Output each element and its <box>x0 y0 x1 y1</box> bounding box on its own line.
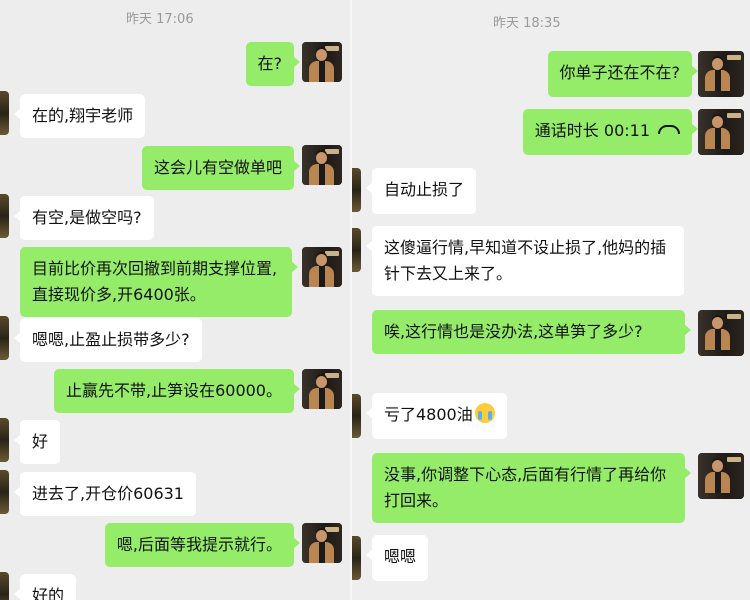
call-duration-text: 通话时长 00:11 <box>534 121 650 140</box>
left-chat-panel: 昨天 17:06 在? 在的,翔宇老师 这会儿有空做单吧 有空,是做空吗? 目前… <box>0 0 352 600</box>
right-chat-panel: 昨天 18:35 你单子还在不在? 通话时长 00:11 自动止损了 这傻逼行情… <box>352 0 750 600</box>
message-bubble-received[interactable]: 这傻逼行情,早知道不设止损了,他妈的插针下去又上来了。 <box>366 226 684 296</box>
crying-face-emoji <box>474 403 495 423</box>
message-bubble-sent[interactable]: 没事,你调整下心态,后面有行情了再给你打回来。 <box>372 453 691 523</box>
message-bubble-received[interactable]: 嗯嗯 <box>365 535 429 581</box>
message-bubble-received[interactable]: 自动止损了 <box>365 168 477 214</box>
peer-avatar[interactable] <box>352 228 361 272</box>
avatar[interactable] <box>698 51 744 97</box>
message-bubble-received[interactable]: 嗯嗯,止盈止损带多少? <box>14 318 202 362</box>
timestamp: 昨天 17:06 <box>126 12 194 27</box>
message-text: 亏了4800油 <box>384 405 473 424</box>
peer-avatar[interactable] <box>0 91 9 135</box>
message-bubble-received[interactable]: 好的 <box>13 574 77 600</box>
peer-avatar[interactable] <box>0 470 9 514</box>
call-record-bubble[interactable]: 通话时长 00:11 <box>522 109 699 155</box>
avatar[interactable] <box>302 369 342 409</box>
peer-avatar[interactable] <box>0 572 9 600</box>
message-bubble-sent[interactable]: 嗯,后面等我提示就行。 <box>104 523 301 567</box>
peer-avatar[interactable] <box>0 418 9 462</box>
avatar[interactable] <box>698 310 744 356</box>
message-bubble-sent[interactable]: 目前比价再次回撤到前期支撑位置,直接现价多,开6400张。 <box>20 247 298 317</box>
phone-hangup-icon <box>658 125 680 134</box>
message-bubble-received[interactable]: 进去了,开仓价60631 <box>14 472 196 516</box>
message-bubble-sent[interactable]: 唉,这行情也是没办法,这单笋了多少? <box>372 310 691 354</box>
message-bubble-sent[interactable]: 在? <box>245 42 300 86</box>
avatar[interactable] <box>302 42 342 82</box>
avatar[interactable] <box>302 523 342 563</box>
message-bubble-received[interactable]: 在的,翔宇老师 <box>13 94 146 138</box>
avatar[interactable] <box>698 109 744 155</box>
peer-avatar[interactable] <box>0 194 9 238</box>
peer-avatar[interactable] <box>352 394 361 438</box>
avatar[interactable] <box>302 247 342 287</box>
timestamp: 昨天 18:35 <box>493 16 561 31</box>
peer-avatar[interactable] <box>352 536 361 580</box>
message-bubble-received[interactable]: 好 <box>13 420 61 464</box>
message-bubble-sent[interactable]: 止赢先不带,止笋设在60000。 <box>54 369 300 413</box>
avatar[interactable] <box>698 453 744 499</box>
message-bubble-received[interactable]: 有空,是做空吗? <box>14 196 154 240</box>
message-bubble-sent[interactable]: 你单子还在不在? <box>547 51 698 97</box>
peer-avatar[interactable] <box>352 168 361 212</box>
message-bubble-sent[interactable]: 这会儿有空做单吧 <box>141 146 301 190</box>
message-bubble-received[interactable]: 亏了4800油 <box>366 393 507 439</box>
avatar[interactable] <box>302 145 342 185</box>
peer-avatar[interactable] <box>0 316 9 360</box>
